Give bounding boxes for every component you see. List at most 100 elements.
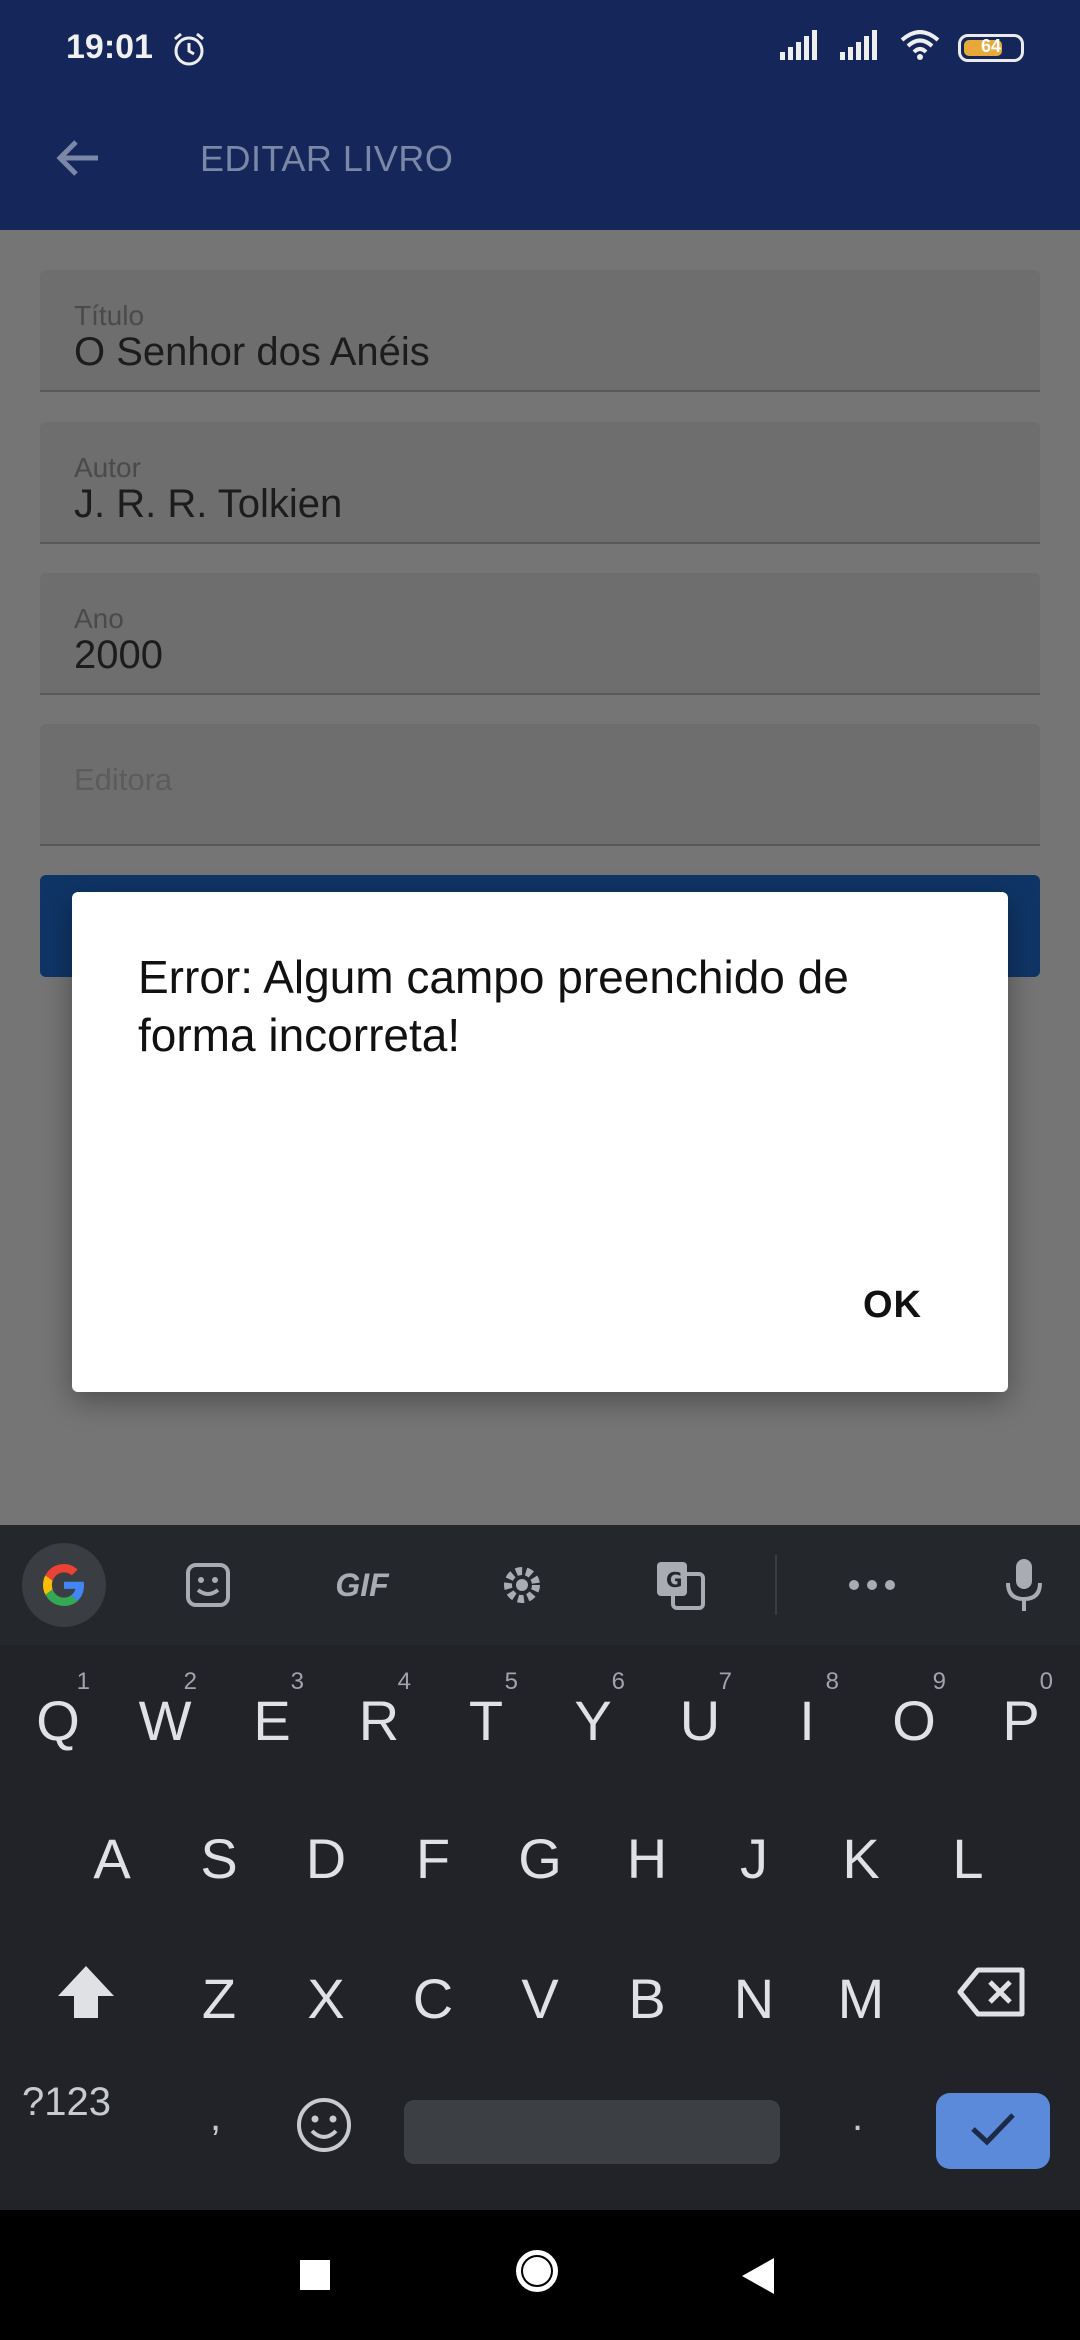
key-d[interactable]: D [276,1798,376,1918]
shift-icon [54,1962,118,2035]
key-z[interactable]: Z [169,1938,269,2058]
titulo-field[interactable]: Título O Senhor dos Anéis [40,270,1040,392]
key-s[interactable]: S [169,1798,269,1918]
titulo-value: O Senhor dos Anéis [74,330,430,374]
battery-icon: 64 [958,33,1024,62]
symbols-key[interactable]: ?123 [22,2080,111,2125]
autor-field[interactable]: Autor J. R. R. Tolkien [40,422,1040,544]
key-label: N [733,1966,775,2030]
dialog-message: Error: Algum campo preenchido de forma i… [138,951,849,1061]
toolbar-divider [775,1555,777,1615]
key-hint: 7 [718,1668,732,1695]
back-arrow-icon[interactable] [50,130,106,191]
enter-key[interactable] [936,2093,1050,2169]
key-label: G [518,1826,562,1890]
key-u[interactable]: U7 [650,1660,750,1780]
autor-value: J. R. R. Tolkien [74,482,343,526]
key-label: Z [201,1966,237,2030]
microphone-icon[interactable] [996,1553,1052,1617]
key-y[interactable]: Y6 [543,1660,643,1780]
key-label: Y [574,1688,612,1752]
error-dialog: Error: Algum campo preenchido de forma i… [72,892,1008,1392]
key-hint: 8 [825,1668,839,1695]
titulo-label: Título [74,300,145,331]
backspace-icon [956,1966,1028,2031]
key-label: A [93,1826,131,1890]
key-c[interactable]: C [383,1938,483,2058]
key-r[interactable]: R4 [329,1660,429,1780]
key-p[interactable]: P0 [971,1660,1071,1780]
status-bar: 19:01 64 [0,0,1080,100]
editora-field[interactable]: Editora [40,724,1040,846]
gear-icon[interactable] [490,1553,554,1617]
key-label: I [799,1688,815,1752]
key-label: K [842,1826,880,1890]
key-hint: 6 [611,1668,625,1695]
key-label: E [253,1688,291,1752]
emoji-icon[interactable] [294,2095,354,2160]
key-label: C [412,1966,454,2030]
alarm-icon [170,30,208,73]
key-label: H [626,1826,668,1890]
space-bar[interactable] [404,2100,780,2164]
key-label: R [358,1688,400,1752]
key-label: Q [36,1688,80,1752]
gif-label: GIF [335,1566,389,1603]
back-triangle-icon[interactable] [742,2258,774,2294]
key-label: W [138,1688,192,1752]
key-o[interactable]: O9 [864,1660,964,1780]
svg-text:G: G [666,1568,682,1592]
key-label: S [200,1826,238,1890]
ano-label: Ano [74,603,124,634]
key-label: V [521,1966,559,2030]
key-label: U [679,1688,721,1752]
recents-icon[interactable] [300,2260,330,2290]
backspace-key[interactable] [942,1938,1042,2058]
signal-icon [840,30,882,65]
key-j[interactable]: J [704,1798,804,1918]
ok-button[interactable]: OK [863,1284,922,1327]
key-label: D [305,1826,347,1890]
keyboard: GIF G Q1 W2 E3 R4 T5 Y6 U7 I8 O9 P0 A S … [0,1525,1080,2210]
signal-icon [780,30,822,65]
more-icon[interactable] [840,1553,904,1617]
key-v[interactable]: V [490,1938,590,2058]
key-label: L [952,1826,984,1890]
autor-label: Autor [74,452,141,483]
key-label: M [837,1966,885,2030]
navigation-bar [0,2210,1080,2340]
shift-key[interactable] [36,1938,136,2058]
translate-icon[interactable]: G [648,1553,712,1617]
wifi-icon [900,30,940,65]
key-n[interactable]: N [704,1938,804,2058]
key-t[interactable]: T5 [436,1660,536,1780]
key-m[interactable]: M [811,1938,911,2058]
key-a[interactable]: A [62,1798,162,1918]
key-g[interactable]: G [490,1798,590,1918]
key-q[interactable]: Q1 [8,1660,108,1780]
key-h[interactable]: H [597,1798,697,1918]
sticker-icon[interactable] [176,1553,240,1617]
key-w[interactable]: W2 [115,1660,215,1780]
comma-key[interactable]: , [210,2095,221,2140]
key-hint: 2 [183,1668,197,1695]
period-key[interactable]: . [852,2095,863,2140]
key-e[interactable]: E3 [222,1660,322,1780]
battery-level: 64 [980,35,1002,56]
key-x[interactable]: X [276,1938,376,2058]
key-l[interactable]: L [918,1798,1018,1918]
key-hint: 0 [1039,1668,1053,1695]
keyboard-toolbar: GIF G [0,1525,1080,1645]
gif-button[interactable]: GIF [320,1553,404,1617]
key-hint: 4 [397,1668,411,1695]
home-icon[interactable] [516,2250,558,2292]
ano-field[interactable]: Ano 2000 [40,573,1040,695]
key-hint: 5 [504,1668,518,1695]
key-b[interactable]: B [597,1938,697,2058]
google-icon[interactable] [22,1543,106,1627]
key-k[interactable]: K [811,1798,911,1918]
key-label: X [307,1966,345,2030]
ano-value: 2000 [74,633,163,677]
key-i[interactable]: I8 [757,1660,857,1780]
key-f[interactable]: F [383,1798,483,1918]
